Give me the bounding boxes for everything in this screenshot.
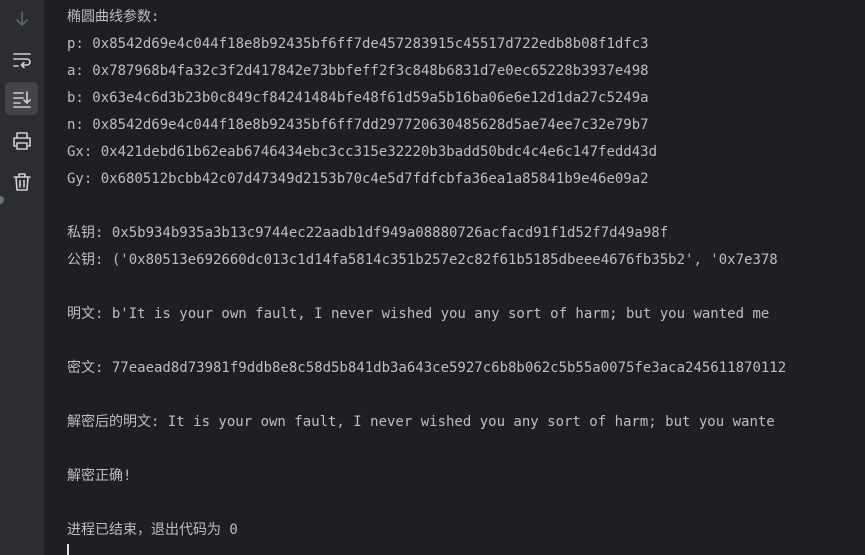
console-line: 解密正确! (67, 468, 132, 484)
console-line: 明文: b'It is your own fault, I never wish… (67, 306, 770, 322)
print-icon (11, 130, 33, 152)
console-line: 椭圆曲线参数: (67, 9, 160, 25)
text-caret (67, 544, 69, 555)
console-toolbar (0, 0, 45, 555)
console-line: Gx: 0x421debd61b62eab6746434ebc3cc315e32… (67, 144, 658, 160)
console-line: 私钥: 0x5b934b935a3b13c9744ec22aadb1df949a… (67, 225, 669, 241)
soft-wrap-button[interactable] (5, 43, 38, 76)
console-line: 密文: 77eaead8d73981f9ddb8e8c58d5b841db3a6… (67, 360, 787, 376)
soft-wrap-icon (11, 49, 33, 71)
clear-all-button[interactable] (5, 165, 38, 198)
console-line: 公钥: ('0x80513e692660dc013c1d14fa5814c351… (67, 252, 778, 268)
scroll-to-end-button[interactable] (5, 82, 38, 115)
resize-handle[interactable] (0, 196, 4, 204)
next-occurrence-button[interactable] (5, 2, 38, 35)
scroll-to-end-icon (11, 88, 33, 110)
console-line: 解密后的明文: It is your own fault, I never wi… (67, 414, 775, 430)
console-output[interactable]: 椭圆曲线参数: p: 0x8542d69e4c044f18e8b92435bf6… (44, 0, 865, 555)
console-line: Gy: 0x680512bcbb42c07d47349d2153b70c4e5d… (67, 171, 649, 187)
trash-icon (11, 171, 33, 193)
print-button[interactable] (5, 124, 38, 157)
console-line: 进程已结束，退出代码为 0 (67, 522, 238, 538)
arrow-down-icon (11, 8, 33, 30)
console-line: b: 0x63e4c6d3b23b0c849cf84241484bfe48f61… (67, 90, 649, 106)
run-console-window: 椭圆曲线参数: p: 0x8542d69e4c044f18e8b92435bf6… (0, 0, 865, 555)
console-line: n: 0x8542d69e4c044f18e8b92435bf6ff7dd297… (67, 117, 649, 133)
console-line: p: 0x8542d69e4c044f18e8b92435bf6ff7de457… (67, 36, 649, 52)
console-line: a: 0x787968b4fa32c3f2d417842e73bbfeff2f3… (67, 63, 649, 79)
